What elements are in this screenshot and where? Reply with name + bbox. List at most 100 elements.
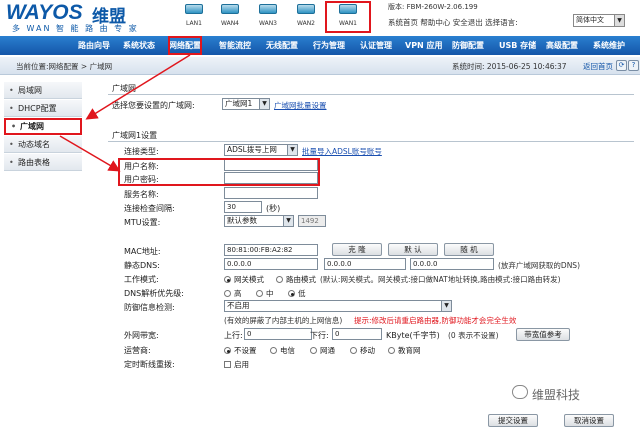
defense-warning: 提示:修改后请重启路由器,防御功能才会完全生效	[354, 316, 517, 325]
chevron-down-icon: ▼	[283, 216, 293, 226]
upload-label: 上行:	[224, 331, 243, 340]
section-title-wan: 广域网	[112, 84, 136, 93]
conn-type-label: 连接类型:	[124, 147, 159, 156]
mac-label: MAC地址:	[124, 247, 161, 256]
nav-flow-control[interactable]: 智能流控	[219, 36, 251, 55]
section-title-wan1: 广域网1设置	[112, 131, 158, 140]
priority-mid-radio[interactable]: 中	[256, 288, 274, 299]
port-wan3-icon: WAN3	[251, 4, 285, 27]
divider	[108, 94, 634, 95]
dns3-input[interactable]: 0.0.0.0	[410, 258, 494, 270]
wan1-highlight	[325, 1, 371, 33]
conn-type-select[interactable]: ADSL拨号上网 ▼	[224, 144, 298, 156]
download-input[interactable]: 0	[332, 328, 382, 340]
help-icon[interactable]: ?	[628, 60, 639, 71]
isp-telecom-radio[interactable]: 电信	[270, 345, 295, 356]
bandwidth-label: 外网带宽:	[124, 331, 159, 340]
priority-low-radio[interactable]: 低	[288, 288, 306, 299]
upload-input[interactable]: 0	[244, 328, 312, 340]
mac-input[interactable]: 80:81:00:FB:A2:82	[224, 244, 318, 256]
nav-auth-mgmt[interactable]: 认证管理	[360, 36, 392, 55]
download-label: 下行:	[310, 331, 329, 340]
divider	[108, 141, 634, 142]
isp-none-radio[interactable]: 不设置	[224, 345, 257, 356]
random-mac-button[interactable]: 随 机	[444, 243, 494, 256]
nav-advanced-config[interactable]: 高级配置	[546, 36, 578, 55]
isp-mobile-radio[interactable]: 移动	[350, 345, 375, 356]
isp-label: 运营商:	[124, 346, 151, 355]
isp-edu-radio[interactable]: 教育网	[388, 345, 421, 356]
wechat-icon	[512, 385, 528, 399]
nav-system-maintenance[interactable]: 系统维护	[593, 36, 625, 55]
sidebar-item-ddns[interactable]: 动态域名	[4, 136, 82, 153]
mode-route-radio[interactable]: 路由模式	[276, 274, 316, 285]
port-lan1-icon: LAN1	[177, 4, 211, 27]
slogan: 多 WAN 智 能 路 由 专 家	[12, 24, 139, 33]
brand-logo: WAYOS	[6, 1, 83, 24]
defense-select[interactable]: 不启用 ▼	[224, 300, 452, 312]
nav-system-status[interactable]: 系统状态	[123, 36, 155, 55]
import-adsl-link[interactable]: 批量导入ADSL账号账号	[302, 146, 382, 157]
submit-button[interactable]: 提交设置	[488, 414, 538, 427]
back-home-link[interactable]: 返回首页	[583, 61, 613, 72]
chevron-down-icon: ▼	[259, 99, 269, 109]
breadcrumb-bar: 当前位置:网络配置 > 广域网 系统时间: 2015-06-25 10:46:3…	[0, 57, 640, 75]
nav-wireless-config[interactable]: 无线配置	[266, 36, 298, 55]
interval-input[interactable]: 30	[224, 201, 262, 213]
breadcrumb: 当前位置:网络配置 > 广域网	[16, 62, 113, 71]
mtu-label: MTU设置:	[124, 218, 161, 227]
port-wan2-icon: WAN2	[289, 4, 323, 27]
sidebar-item-lan[interactable]: 局域网	[4, 82, 82, 99]
redial-label: 定时断线重拨:	[124, 360, 175, 369]
dns-hint: (放弃广域网获取的DNS)	[498, 261, 580, 270]
dns2-input[interactable]: 0.0.0.0	[324, 258, 406, 270]
bandwidth-unit: KByte(千字节)	[386, 331, 440, 340]
mtu-select[interactable]: 默认参数 ▼	[224, 215, 294, 227]
bandwidth-reference-button[interactable]: 带宽值参考	[516, 328, 570, 341]
mode-hint: (默认:网关模式。网关模式:接口做NAT地址转换,路由模式:接口路由转发)	[320, 275, 561, 284]
watermark: 维盟科技	[532, 388, 581, 402]
default-mac-button[interactable]: 默 认	[388, 243, 438, 256]
batch-wan-link[interactable]: 广域网批量设置	[274, 100, 327, 111]
refresh-icon[interactable]: ⟳	[616, 60, 627, 71]
mode-gateway-radio[interactable]: 网关模式	[224, 274, 264, 285]
priority-high-radio[interactable]: 高	[224, 288, 242, 299]
version-text: 版本: FBM-260W-2.06.199	[388, 3, 478, 11]
dns1-input[interactable]: 0.0.0.0	[224, 258, 318, 270]
cancel-button[interactable]: 取消设置	[564, 414, 614, 427]
isp-netcom-radio[interactable]: 网通	[310, 345, 335, 356]
interval-label: 连接检查间隔:	[124, 204, 175, 213]
dns-label: 静态DNS:	[124, 261, 160, 270]
clone-mac-button[interactable]: 克 隆	[332, 243, 382, 256]
system-time: 系统时间: 2015-06-25 10:46:37	[452, 62, 567, 71]
credentials-highlight	[118, 158, 320, 186]
sidebar-item-dhcp[interactable]: DHCP配置	[4, 100, 82, 117]
chevron-down-icon: ▼	[441, 301, 451, 311]
port-wan4-icon: WAN4	[213, 4, 247, 27]
defense-hint: (有效的屏蔽了内部主机的上网信息)	[224, 316, 343, 325]
sidebar-item-route-table[interactable]: 路由表格	[4, 154, 82, 171]
chevron-down-icon: ▼	[287, 145, 297, 155]
top-links[interactable]: 系统首页 帮助中心 安全退出 选择语言:	[388, 17, 518, 28]
service-name-label: 服务名称:	[124, 190, 159, 199]
main-content: 广域网 选择您要设置的广域网: 广域网1 ▼ 广域网批量设置 广域网1设置 连接类…	[88, 78, 640, 428]
select-wan-dropdown[interactable]: 广域网1 ▼	[222, 98, 270, 110]
dns-priority-label: DNS解析优先级:	[124, 289, 184, 298]
interval-unit: (秒)	[266, 204, 281, 213]
nav-usb-storage[interactable]: USB 存储	[499, 36, 536, 55]
bandwidth-hint: (0 表示不设置)	[448, 331, 499, 340]
service-name-input[interactable]	[224, 187, 318, 199]
nav-behavior-mgmt[interactable]: 行为管理	[313, 36, 345, 55]
nav-vpn[interactable]: VPN 应用	[405, 36, 443, 55]
select-wan-label: 选择您要设置的广域网:	[112, 101, 195, 110]
nav-route-wizard[interactable]: 路由向导	[78, 36, 110, 55]
language-select[interactable]: 简体中文 ▼	[573, 14, 625, 27]
work-mode-label: 工作模式:	[124, 275, 159, 284]
redial-enable-checkbox[interactable]: 启用	[224, 359, 249, 370]
sidebar-item-wan[interactable]: 广域网	[4, 118, 82, 135]
header: WAYOS 维盟 多 WAN 智 能 路 由 专 家 LAN1 WAN4 WAN…	[0, 0, 640, 36]
sidebar: 局域网 DHCP配置 广域网 动态域名 路由表格	[0, 80, 86, 428]
nav-defense-config[interactable]: 防御配置	[452, 36, 484, 55]
mtu-value-input[interactable]: 1492	[298, 215, 326, 227]
nav-network-config[interactable]: 网络配置	[168, 36, 202, 55]
